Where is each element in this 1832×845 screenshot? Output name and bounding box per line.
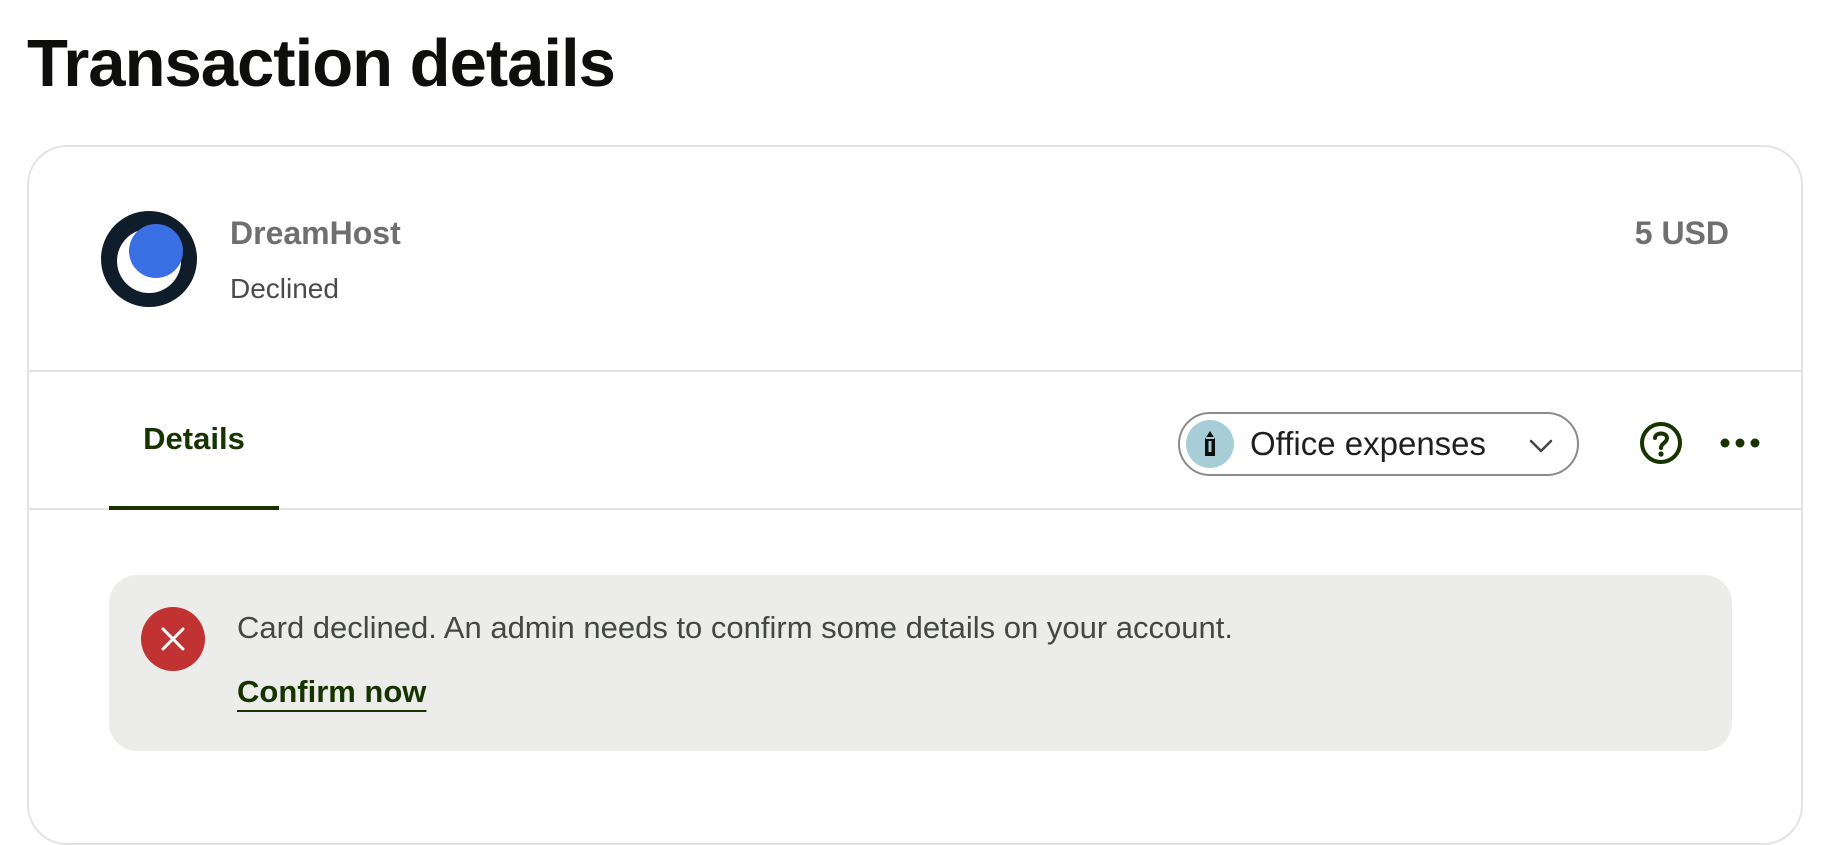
alert-message: Card declined. An admin needs to confirm… (237, 610, 1233, 645)
merchant-header: DreamHost Declined 5 USD (29, 147, 1801, 372)
merchant-name: DreamHost (230, 215, 401, 251)
dreamhost-logo-icon (101, 211, 197, 307)
transaction-amount: 5 USD (1634, 215, 1729, 251)
transaction-status: Declined (230, 273, 339, 304)
tab-bar: Details Office expenses (29, 372, 1801, 510)
close-icon (141, 607, 205, 671)
confirm-now-link[interactable]: Confirm now (237, 674, 426, 710)
transaction-card: DreamHost Declined 5 USD Details Office … (27, 145, 1803, 845)
category-dropdown[interactable]: Office expenses (1178, 412, 1579, 476)
category-selected-value: Office expenses (1250, 425, 1487, 462)
help-circle-icon[interactable] (1639, 421, 1683, 465)
more-horizontal-icon[interactable] (1719, 429, 1761, 457)
chevron-down-icon (1529, 439, 1553, 453)
declined-alert: Card declined. An admin needs to confirm… (109, 575, 1732, 751)
page-title: Transaction details (27, 26, 616, 101)
pencil-icon (1186, 420, 1234, 468)
tab-details[interactable]: Details (109, 372, 279, 510)
